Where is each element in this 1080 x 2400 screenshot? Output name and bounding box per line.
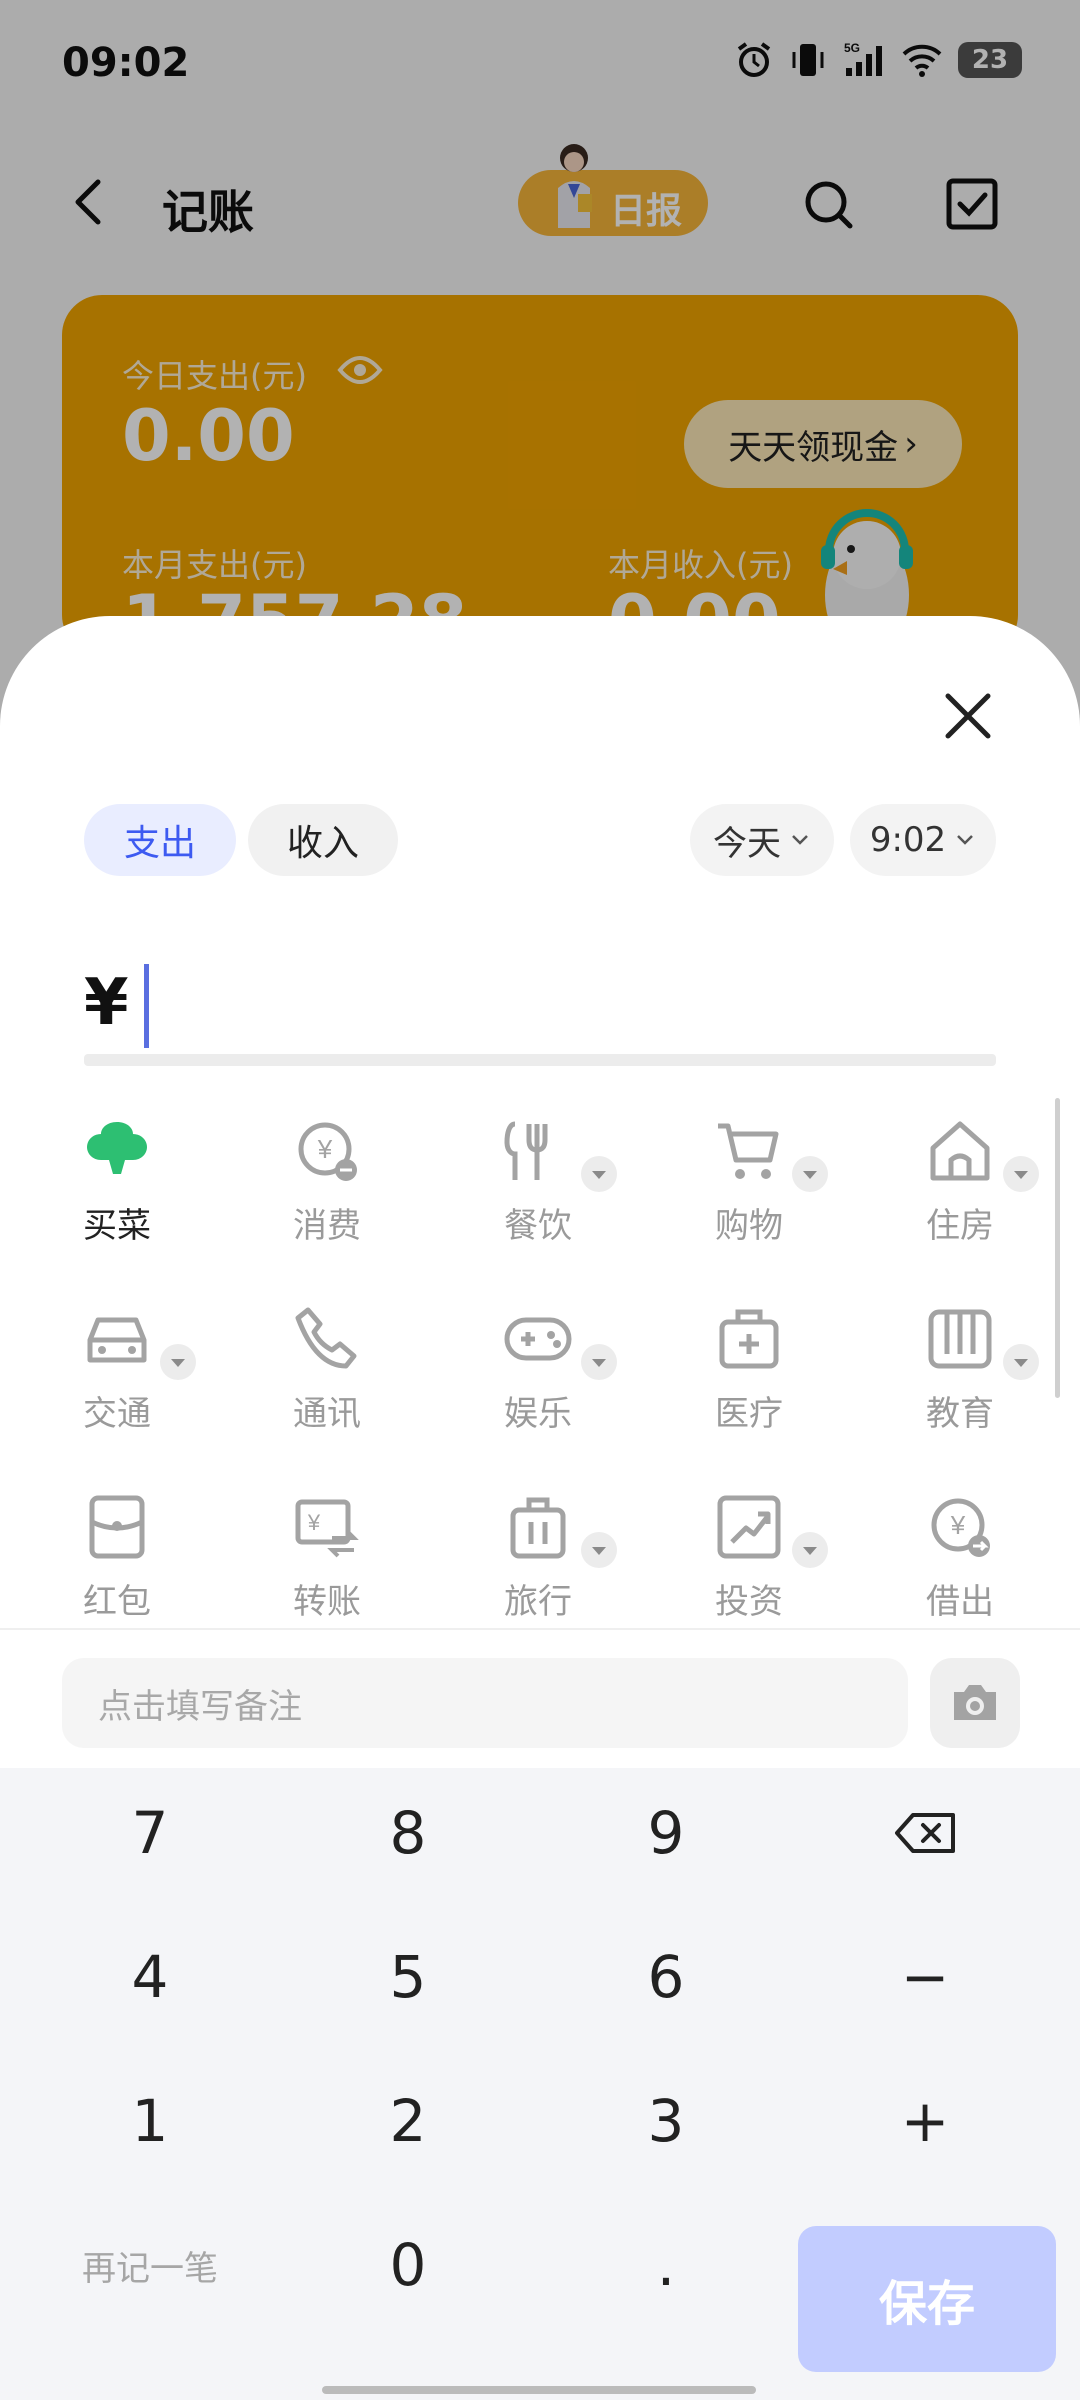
category-label: 交通 (83, 1394, 151, 1434)
amount-input[interactable]: ¥ (84, 946, 996, 1056)
key-4[interactable]: 4 (25, 1912, 275, 2042)
category-item[interactable]: 交通 (32, 1294, 202, 1454)
gamepad-icon (504, 1317, 572, 1361)
car-icon (87, 1317, 147, 1363)
category-item[interactable]: ¥ 借出 (875, 1482, 1045, 1628)
book-icon (928, 1309, 992, 1369)
date-picker[interactable]: 今天 (690, 804, 834, 876)
date-value: 今天 (713, 823, 781, 864)
category-item[interactable]: 购物 (664, 1106, 834, 1266)
add-record-sheet: 支出 收入 今天 9:02 ¥ 买菜 ¥ 消费 餐饮 购物 住房交通 通讯 娱乐 医疗 教育红包 ¥… (0, 616, 1080, 2400)
phone-icon (295, 1307, 357, 1369)
category-label: 住房 (926, 1206, 994, 1246)
camera-icon[interactable] (930, 1658, 1020, 1748)
key-3[interactable]: 3 (541, 2056, 791, 2186)
category-item[interactable]: 旅行 (453, 1482, 623, 1628)
category-label: 教育 (926, 1394, 994, 1434)
key-8[interactable]: 8 (283, 1768, 533, 1898)
key-5[interactable]: 5 (283, 1912, 533, 2042)
key-7[interactable]: 7 (25, 1768, 275, 1898)
time-picker[interactable]: 9:02 (850, 804, 996, 876)
svg-text:¥: ¥ (317, 1134, 333, 1164)
subcategory-dropdown-icon[interactable] (1003, 1344, 1039, 1380)
red-packet-icon (89, 1495, 145, 1559)
chevron-down-icon (957, 835, 974, 845)
invest-icon (717, 1495, 781, 1559)
luggage-icon (510, 1497, 566, 1559)
divider (0, 1628, 1080, 1630)
category-label: 娱乐 (504, 1394, 572, 1434)
category-scrollbar[interactable] (1055, 1098, 1060, 1398)
category-item[interactable]: 通讯 (242, 1294, 412, 1454)
subcategory-dropdown-icon[interactable] (1003, 1156, 1039, 1192)
time-value: 9:02 (869, 820, 947, 860)
currency-symbol: ¥ (84, 966, 129, 1040)
key-plus[interactable]: + (800, 2056, 1050, 2186)
category-label: 购物 (715, 1206, 783, 1246)
transfer-icon: ¥ (295, 1499, 359, 1558)
record-again-button[interactable]: 再记一笔 (25, 2200, 275, 2330)
subcategory-dropdown-icon[interactable] (581, 1156, 617, 1192)
amount-underline (84, 1054, 996, 1066)
backspace-icon (895, 1813, 955, 1853)
category-item[interactable]: 教育 (875, 1294, 1045, 1454)
category-grid: 买菜 ¥ 消费 餐饮 购物 住房交通 通讯 娱乐 医疗 教育红包 ¥ 转账 旅行 投资 ¥ 借出 (0, 1106, 1080, 1628)
consume-icon: ¥ (298, 1122, 357, 1181)
key-dot[interactable]: . (541, 2200, 791, 2330)
category-item[interactable]: 医疗 (664, 1294, 834, 1454)
category-item[interactable]: 投资 (664, 1482, 834, 1628)
category-label: 借出 (926, 1582, 994, 1622)
remark-input[interactable]: 点击填写备注 (62, 1658, 908, 1748)
category-item[interactable]: ¥ 消费 (242, 1106, 412, 1266)
category-item[interactable]: 红包 (32, 1482, 202, 1628)
subcategory-dropdown-icon[interactable] (160, 1344, 196, 1380)
category-label: 旅行 (504, 1582, 572, 1622)
category-item[interactable]: 买菜 (32, 1106, 202, 1266)
house-icon (930, 1121, 990, 1181)
category-label: 通讯 (293, 1394, 361, 1434)
category-label: 消费 (293, 1206, 361, 1246)
chevron-down-icon (792, 835, 808, 845)
tab-income[interactable]: 收入 (248, 804, 398, 876)
category-label: 餐饮 (504, 1206, 572, 1246)
svg-text:¥: ¥ (307, 1510, 321, 1535)
category-label: 红包 (83, 1582, 151, 1622)
category-item[interactable]: 住房 (875, 1106, 1045, 1266)
subcategory-dropdown-icon[interactable] (792, 1532, 828, 1568)
dining-icon (504, 1121, 548, 1180)
close-icon[interactable] (940, 688, 996, 744)
cart-icon (718, 1123, 779, 1179)
category-label: 投资 (715, 1582, 783, 1622)
category-label: 买菜 (83, 1206, 151, 1246)
key-1[interactable]: 1 (25, 2056, 275, 2186)
subcategory-dropdown-icon[interactable] (581, 1532, 617, 1568)
subcategory-dropdown-icon[interactable] (792, 1156, 828, 1192)
key-minus[interactable]: − (800, 1912, 1050, 2042)
backspace-button[interactable] (800, 1768, 1050, 1898)
key-6[interactable]: 6 (541, 1912, 791, 2042)
lend-icon: ¥ (931, 1498, 990, 1557)
key-2[interactable]: 2 (283, 2056, 533, 2186)
text-cursor (144, 964, 149, 1048)
key-9[interactable]: 9 (541, 1768, 791, 1898)
category-item[interactable]: ¥ 转账 (242, 1482, 412, 1628)
home-indicator[interactable] (322, 2386, 756, 2394)
svg-text:¥: ¥ (950, 1510, 966, 1540)
category-label: 医疗 (715, 1394, 783, 1434)
medical-icon (719, 1309, 779, 1369)
subcategory-dropdown-icon[interactable] (581, 1344, 617, 1380)
category-item[interactable]: 餐饮 (453, 1106, 623, 1266)
tab-expense[interactable]: 支出 (84, 804, 236, 876)
key-0[interactable]: 0 (283, 2200, 533, 2330)
category-label: 转账 (293, 1582, 361, 1622)
save-button[interactable]: 保存 (798, 2226, 1056, 2372)
category-item[interactable]: 娱乐 (453, 1294, 623, 1454)
vegetable-icon (87, 1122, 147, 1174)
